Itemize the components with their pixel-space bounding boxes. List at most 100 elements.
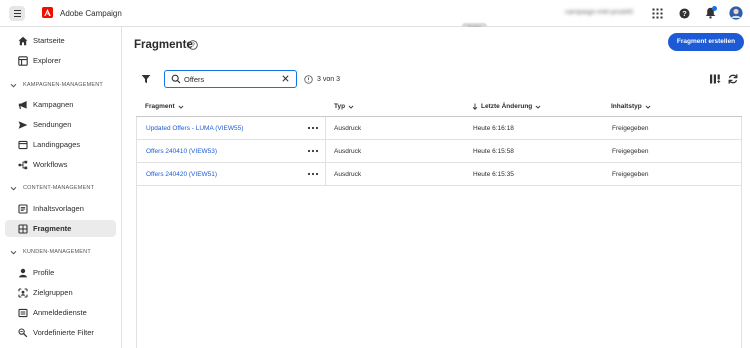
sort-descending-icon: [472, 103, 478, 110]
fragment-modified: Heute 6:15:35: [473, 171, 514, 178]
chevron-down-icon: [10, 186, 17, 190]
sidebar-item-vordefinierte-filter[interactable]: Vordefinierte Filter: [5, 324, 116, 341]
sidebar-item-profile[interactable]: Profile: [5, 264, 116, 281]
sidebar-item-label: Zielgruppen: [33, 288, 73, 297]
section-kampagnen-management[interactable]: KAMPAGNEN-MANAGEMENT: [10, 80, 103, 90]
table-row[interactable]: Updated Offers - LUMA (VIEW55) Ausdruck …: [137, 117, 741, 140]
chevron-down-icon: [348, 105, 354, 109]
column-divider: [325, 117, 326, 139]
sidebar-item-anmeldedienste[interactable]: Anmeldedienste: [5, 304, 116, 321]
app-switcher-icon[interactable]: [650, 6, 664, 20]
fragment-name-link[interactable]: Offers 240420 (VIEW51): [146, 171, 217, 178]
app-title: Adobe Campaign: [60, 9, 122, 18]
fragment-name-link[interactable]: Offers 240410 (VIEW53): [146, 148, 217, 155]
more-actions-icon[interactable]: [307, 147, 319, 155]
workflow-icon: [18, 160, 28, 170]
fragment-name-link[interactable]: Updated Offers - LUMA (VIEW55): [146, 125, 243, 132]
sidebar-item-label: Sendungen: [33, 120, 72, 129]
section-label: KAMPAGNEN-MANAGEMENT: [23, 82, 103, 88]
svg-text:?: ?: [191, 43, 195, 49]
svg-text:?: ?: [682, 9, 687, 18]
home-icon: [18, 36, 28, 46]
help-circle-icon[interactable]: ?: [188, 40, 198, 50]
more-actions-icon[interactable]: [307, 170, 319, 178]
sidebar-item-label: Landingpages: [33, 140, 81, 149]
section-kunden-management[interactable]: KUNDEN-MANAGEMENT: [10, 247, 91, 257]
chevron-down-icon: [535, 105, 541, 109]
page-title: Fragmente: [134, 39, 193, 51]
template-icon: [18, 204, 28, 214]
fragment-type: Ausdruck: [334, 125, 362, 132]
explorer-icon: [18, 56, 28, 66]
table-row[interactable]: Offers 240410 (VIEW53) Ausdruck Heute 6:…: [137, 140, 741, 163]
sidebar: Startseite Explorer KAMPAGNEN-MANAGEMENT…: [0, 27, 122, 348]
refresh-icon[interactable]: [727, 73, 739, 85]
table-body: Updated Offers - LUMA (VIEW55) Ausdruck …: [136, 117, 742, 348]
sidebar-item-label: Anmeldedienste: [33, 308, 87, 317]
chevron-down-icon: [645, 105, 651, 109]
sidebar-item-landingpages[interactable]: Landingpages: [5, 136, 116, 153]
sidebar-item-fragmente[interactable]: Fragmente: [5, 220, 116, 237]
megaphone-icon: [18, 101, 27, 109]
sidebar-item-sendungen[interactable]: Sendungen: [5, 116, 116, 133]
more-actions-icon[interactable]: [307, 124, 319, 132]
sidebar-item-zielgruppen[interactable]: Zielgruppen: [5, 284, 116, 301]
help-icon[interactable]: ?: [677, 6, 691, 20]
create-fragment-button[interactable]: Fragment erstellen: [668, 33, 744, 51]
profile-icon: [19, 268, 27, 278]
chevron-down-icon: [178, 105, 184, 109]
section-label: CONTENT-MANAGEMENT: [23, 185, 95, 191]
fragment-icon: [18, 224, 28, 234]
chevron-down-icon: [10, 83, 17, 87]
page-icon: [18, 140, 28, 150]
subscription-icon: [18, 308, 28, 318]
fragment-modified: Heute 6:15:58: [473, 148, 514, 155]
sidebar-item-label: Kampagnen: [33, 100, 74, 109]
search-icon: [171, 74, 181, 84]
search-input[interactable]: [184, 72, 279, 86]
sidebar-item-label: Workflows: [33, 160, 68, 169]
column-header-fragment[interactable]: Fragment: [145, 103, 184, 110]
sidebar-item-kampagnen[interactable]: Kampagnen: [5, 96, 116, 113]
fragment-content-type: Freigegeben: [612, 148, 649, 155]
column-divider: [325, 163, 326, 185]
sidebar-item-label: Explorer: [33, 56, 61, 65]
audience-icon: [18, 288, 28, 298]
section-content-management[interactable]: CONTENT-MANAGEMENT: [10, 183, 94, 193]
sidebar-item-label: Vordefinierte Filter: [33, 328, 94, 337]
chevron-down-icon: [10, 250, 17, 254]
result-count: 3 von 3: [317, 76, 340, 83]
search-field[interactable]: [164, 70, 297, 88]
adobe-logo-icon: [42, 7, 53, 18]
sidebar-item-label: Startseite: [33, 36, 65, 45]
sidebar-item-inhaltsvorlagen[interactable]: Inhaltsvorlagen: [5, 200, 116, 217]
fragment-content-type: Freigegeben: [612, 125, 649, 132]
table-row[interactable]: Offers 240420 (VIEW51) Ausdruck Heute 6:…: [137, 163, 741, 186]
column-header-inhaltstyp[interactable]: Inhaltstyp: [611, 103, 651, 110]
info-icon: [304, 75, 313, 84]
org-switcher[interactable]: campaign-mkt-prod40: [565, 9, 633, 16]
send-icon: [18, 121, 28, 129]
filter-preset-icon: [18, 328, 28, 338]
notifications-icon[interactable]: [703, 6, 717, 20]
clear-icon[interactable]: [281, 74, 290, 83]
section-label: KUNDEN-MANAGEMENT: [23, 249, 91, 255]
column-header-letzte-aenderung[interactable]: Letzte Änderung: [472, 103, 541, 110]
column-divider: [325, 140, 326, 162]
sidebar-item-explorer[interactable]: Explorer: [5, 52, 116, 69]
fragment-modified: Heute 6:16:18: [473, 125, 514, 132]
fragment-type: Ausdruck: [334, 171, 362, 178]
column-settings-icon[interactable]: [709, 73, 721, 85]
sidebar-item-label: Inhaltsvorlagen: [33, 204, 84, 213]
sidebar-item-startseite[interactable]: Startseite: [5, 32, 116, 49]
main-content: Fragmente ? Fragment erstellen 3 von 3: [123, 27, 750, 348]
sidebar-item-workflows[interactable]: Workflows: [5, 156, 116, 173]
table-header: Fragment Typ Letzte Änderung Inhaltstyp: [136, 98, 742, 117]
fragment-type: Ausdruck: [334, 148, 362, 155]
menu-toggle-button[interactable]: [9, 6, 25, 21]
avatar[interactable]: [729, 6, 743, 20]
filter-icon[interactable]: [141, 74, 151, 84]
sidebar-item-label: Profile: [33, 268, 55, 277]
column-header-typ[interactable]: Typ: [334, 103, 354, 110]
sidebar-item-label: Fragmente: [33, 224, 72, 233]
